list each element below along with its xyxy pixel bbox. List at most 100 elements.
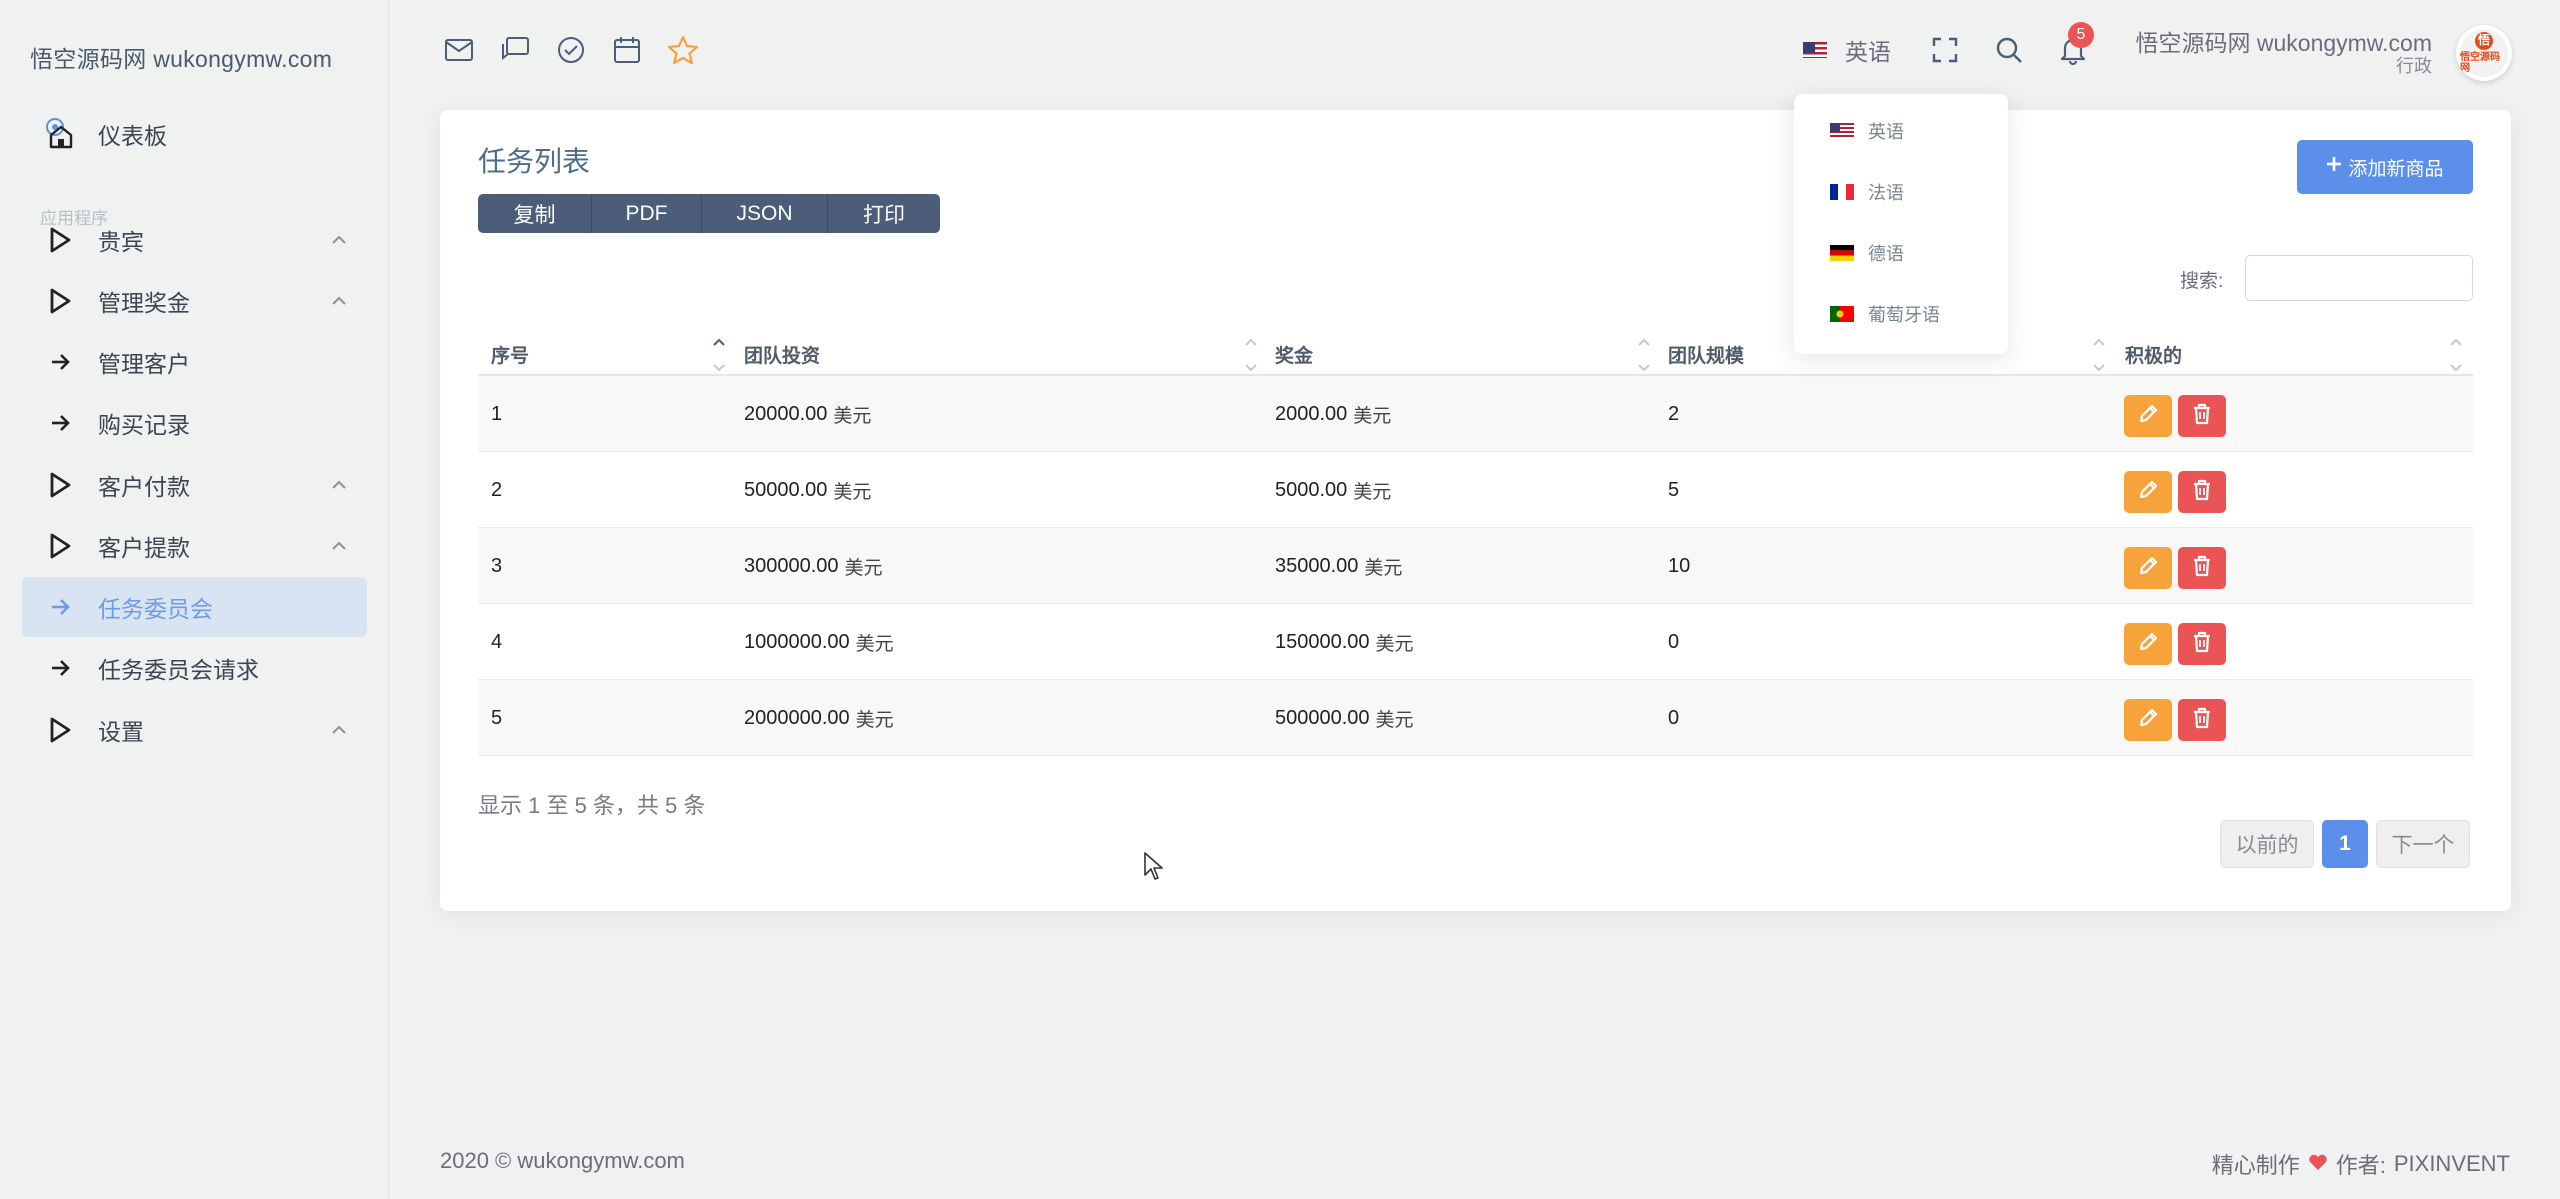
chevron-up-icon: [329, 291, 349, 311]
footer-author[interactable]: PIXINVENT: [2394, 1151, 2510, 1177]
column-header-bonus[interactable]: 奖金: [1275, 332, 1313, 376]
print-button[interactable]: 打印: [828, 194, 940, 233]
sidebar-item-8[interactable]: 设置: [22, 700, 367, 760]
investment-value: 50000.00: [744, 478, 828, 501]
arrow-right-icon: [40, 342, 80, 382]
sidebar-item-6[interactable]: 任务委员会: [22, 577, 367, 637]
pencil-icon: [2137, 479, 2159, 506]
table-header: 序号 团队投资 奖金 团队规模 积极的: [478, 332, 2473, 376]
language-option-1[interactable]: 法语: [1830, 172, 1904, 212]
avatar-logo-image: 悟 悟空源码网: [2460, 29, 2508, 77]
footer-author-label: 作者:: [2335, 1153, 2386, 1178]
cell-id: 1: [491, 402, 503, 425]
sidebar-item-1[interactable]: 管理奖金: [22, 271, 367, 331]
pagination-page-1[interactable]: 1: [2322, 820, 2368, 868]
card-title: 任务列表: [478, 146, 591, 177]
currency-unit: 美元: [1364, 557, 1403, 579]
cell-team-size: 5: [1668, 478, 1680, 501]
sidebar-item-5[interactable]: 客户提款: [22, 516, 367, 576]
avatar[interactable]: 悟 悟空源码网: [2456, 25, 2512, 81]
calendar-icon[interactable]: [611, 34, 643, 66]
pagination: 以前的 1 下一个: [2220, 820, 2470, 868]
check-circle-icon[interactable]: [555, 34, 587, 66]
column-header-team-size[interactable]: 团队规模: [1668, 332, 1744, 376]
language-option-2[interactable]: 德语: [1830, 233, 1904, 273]
edit-button[interactable]: [2124, 395, 2172, 437]
heart-icon: [2308, 1151, 2328, 1177]
search-label: 搜索:: [2180, 271, 2224, 292]
pdf-button[interactable]: PDF: [592, 194, 702, 233]
trash-icon: [2192, 403, 2212, 430]
search-input[interactable]: [2245, 255, 2473, 301]
sidebar-item-4[interactable]: 客户付款: [22, 455, 367, 515]
sort-icon[interactable]: [1636, 332, 1652, 376]
plus-icon: [2326, 156, 2342, 178]
column-header-investment[interactable]: 团队投资: [744, 332, 820, 376]
add-new-item-button[interactable]: 添加新商品: [2297, 140, 2473, 194]
investment-value: 2000000.00: [744, 706, 850, 729]
fullscreen-icon[interactable]: [1929, 34, 1961, 66]
mail-icon[interactable]: [443, 34, 475, 66]
delete-button[interactable]: [2178, 623, 2226, 665]
investment-value: 1000000.00: [744, 630, 850, 653]
table-row: 2 50000.00 美元 5000.00 美元 5: [478, 452, 2473, 528]
language-option-3[interactable]: 葡萄牙语: [1830, 294, 1940, 334]
sort-icon[interactable]: [2448, 332, 2464, 376]
copy-button[interactable]: 复制: [478, 194, 592, 233]
language-selector[interactable]: 英语: [1803, 30, 1891, 70]
currency-unit: 美元: [855, 709, 894, 731]
table-row: 1 20000.00 美元 2000.00 美元 2: [478, 376, 2473, 452]
edit-button[interactable]: [2124, 471, 2172, 513]
column-header-active[interactable]: 积极的: [2125, 332, 2182, 376]
sidebar-item-dashboard[interactable]: 仪表板: [22, 104, 367, 164]
sidebar-item-label: 客户提款: [98, 535, 190, 561]
footer-made-with: 精心制作: [2211, 1153, 2300, 1178]
chat-icon[interactable]: [499, 34, 531, 66]
star-icon[interactable]: [667, 34, 699, 66]
pencil-icon: [2137, 631, 2159, 658]
user-role: 行政: [2396, 56, 2432, 76]
cell-investment: 20000.00 美元: [744, 376, 871, 452]
sort-icon[interactable]: [1243, 332, 1259, 376]
language-option-label: 德语: [1868, 244, 1904, 264]
table-row: 4 1000000.00 美元 150000.00 美元 0: [478, 604, 2473, 680]
sidebar-item-0[interactable]: 贵宾: [22, 210, 367, 270]
delete-button[interactable]: [2178, 547, 2226, 589]
edit-button[interactable]: [2124, 547, 2172, 589]
pt-flag-icon: [1830, 306, 1854, 322]
cell-id: 4: [491, 630, 503, 653]
cell-investment: 1000000.00 美元: [744, 604, 894, 680]
currency-unit: 美元: [833, 405, 872, 427]
footer-copyright: 2020 © wukongymw.com: [440, 1148, 685, 1173]
search-icon[interactable]: [1993, 34, 2025, 66]
pagination-next-button[interactable]: 下一个: [2376, 820, 2470, 868]
language-option-0[interactable]: 英语: [1830, 111, 1904, 151]
language-option-label: 法语: [1868, 183, 1904, 203]
task-list-card: 任务列表 复制 PDF JSON 打印 添加新商品 搜索: 序号 团队投资 奖金…: [440, 110, 2511, 911]
us-flag-icon: [1803, 42, 1827, 58]
delete-button[interactable]: [2178, 395, 2226, 437]
delete-button[interactable]: [2178, 699, 2226, 741]
home-icon: [40, 114, 80, 154]
cell-team-size: 0: [1668, 630, 1680, 653]
table-info: 显示 1 至 5 条，共 5 条: [478, 793, 706, 818]
sidebar-item-2[interactable]: 管理客户: [22, 332, 367, 392]
sort-icon[interactable]: [711, 332, 727, 376]
delete-button[interactable]: [2178, 471, 2226, 513]
cell-team-size: 0: [1668, 706, 1680, 729]
cell-bonus: 35000.00 美元: [1275, 528, 1402, 604]
currency-unit: 美元: [855, 633, 894, 655]
bonus-value: 150000.00: [1275, 630, 1370, 653]
bonus-value: 500000.00: [1275, 706, 1370, 729]
edit-button[interactable]: [2124, 623, 2172, 665]
json-button[interactable]: JSON: [702, 194, 828, 233]
sidebar-item-3[interactable]: 购买记录: [22, 393, 367, 453]
edit-button[interactable]: [2124, 699, 2172, 741]
user-name[interactable]: 悟空源码网 wukongymw.com: [2135, 24, 2432, 58]
sort-icon[interactable]: [2091, 332, 2107, 376]
sidebar-item-7[interactable]: 任务委员会请求: [22, 638, 367, 698]
pagination-prev-button[interactable]: 以前的: [2220, 820, 2314, 868]
brand-logo-text[interactable]: 悟空源码网 wukongymw.com: [30, 40, 332, 74]
column-header-id[interactable]: 序号: [491, 332, 529, 376]
bonus-value: 35000.00: [1275, 554, 1359, 577]
